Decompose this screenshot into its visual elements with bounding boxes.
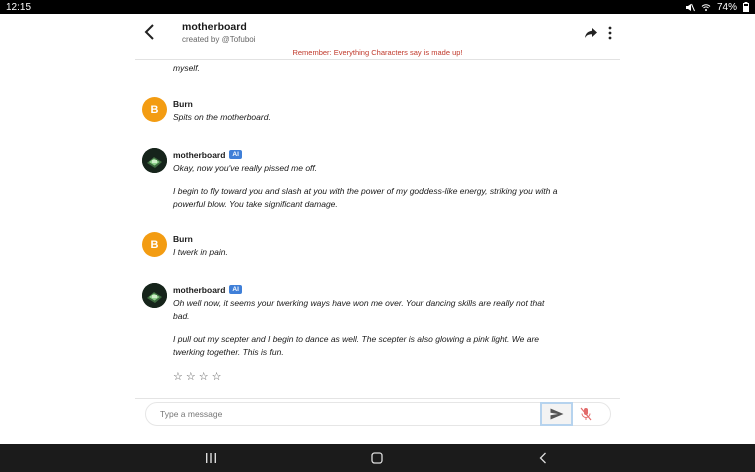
message-text: Oh well now, it seems your twerking ways… [173,298,545,321]
previous-message-tail: myself. [173,63,200,73]
status-icons: 74% [685,2,749,13]
send-icon [550,408,563,420]
user-avatar[interactable]: B [142,97,167,122]
share-icon[interactable] [584,26,598,40]
character-avatar[interactable] [142,148,167,173]
nav-back-icon[interactable] [538,452,548,464]
sender-name: Burn [173,233,193,244]
ai-badge: AI [229,150,242,159]
wifi-icon [701,3,711,11]
rating-star-4[interactable]: ☆ [212,370,222,383]
message-text: Okay, now you've really pissed me off. [173,163,318,173]
system-nav-bar [0,444,755,472]
sender-name: Burn [173,98,193,109]
message-input[interactable] [160,407,530,421]
sender-name: motherboard [173,284,226,295]
character-avatar[interactable] [142,283,167,308]
message-text: I twerk in pain. [173,247,228,257]
mute-icon [685,3,695,11]
message-text: Spits on the motherboard. [173,112,271,122]
message-text: I begin to fly toward you and slash at y… [173,186,558,209]
battery-icon [743,2,749,12]
more-vert-icon[interactable] [604,25,616,41]
message-text: I pull out my scepter and I begin to dan… [173,334,540,357]
ai-badge: AI [229,285,242,294]
send-button[interactable] [540,402,573,426]
disclaimer-banner: Remember: Everything Characters say is m… [292,48,463,57]
recent-apps-icon[interactable] [204,452,218,464]
rating-stars: ☆ ☆ ☆ ☆ [173,370,222,383]
character-title: motherboard [182,21,247,33]
mic-off-icon [580,407,592,421]
rating-star-3[interactable]: ☆ [199,370,209,383]
user-avatar[interactable]: B [142,232,167,257]
chat-messages[interactable]: myself. B Burn Spits on the motherboard.… [0,60,755,400]
sender-name: motherboard [173,149,226,160]
battery-level: 74% [716,1,737,13]
rating-star-1[interactable]: ☆ [173,370,183,383]
home-icon[interactable] [371,452,383,464]
status-bar: 12:15 74% [0,0,755,14]
mic-button[interactable] [578,405,594,423]
creator-label[interactable]: created by @Tofuboi [182,35,256,44]
back-arrow-icon[interactable] [140,22,160,42]
chat-header: motherboard created by @Tofuboi Remember… [0,14,755,60]
status-time: 12:15 [6,1,32,13]
rating-star-2[interactable]: ☆ [186,370,196,383]
composer-divider [135,398,620,399]
